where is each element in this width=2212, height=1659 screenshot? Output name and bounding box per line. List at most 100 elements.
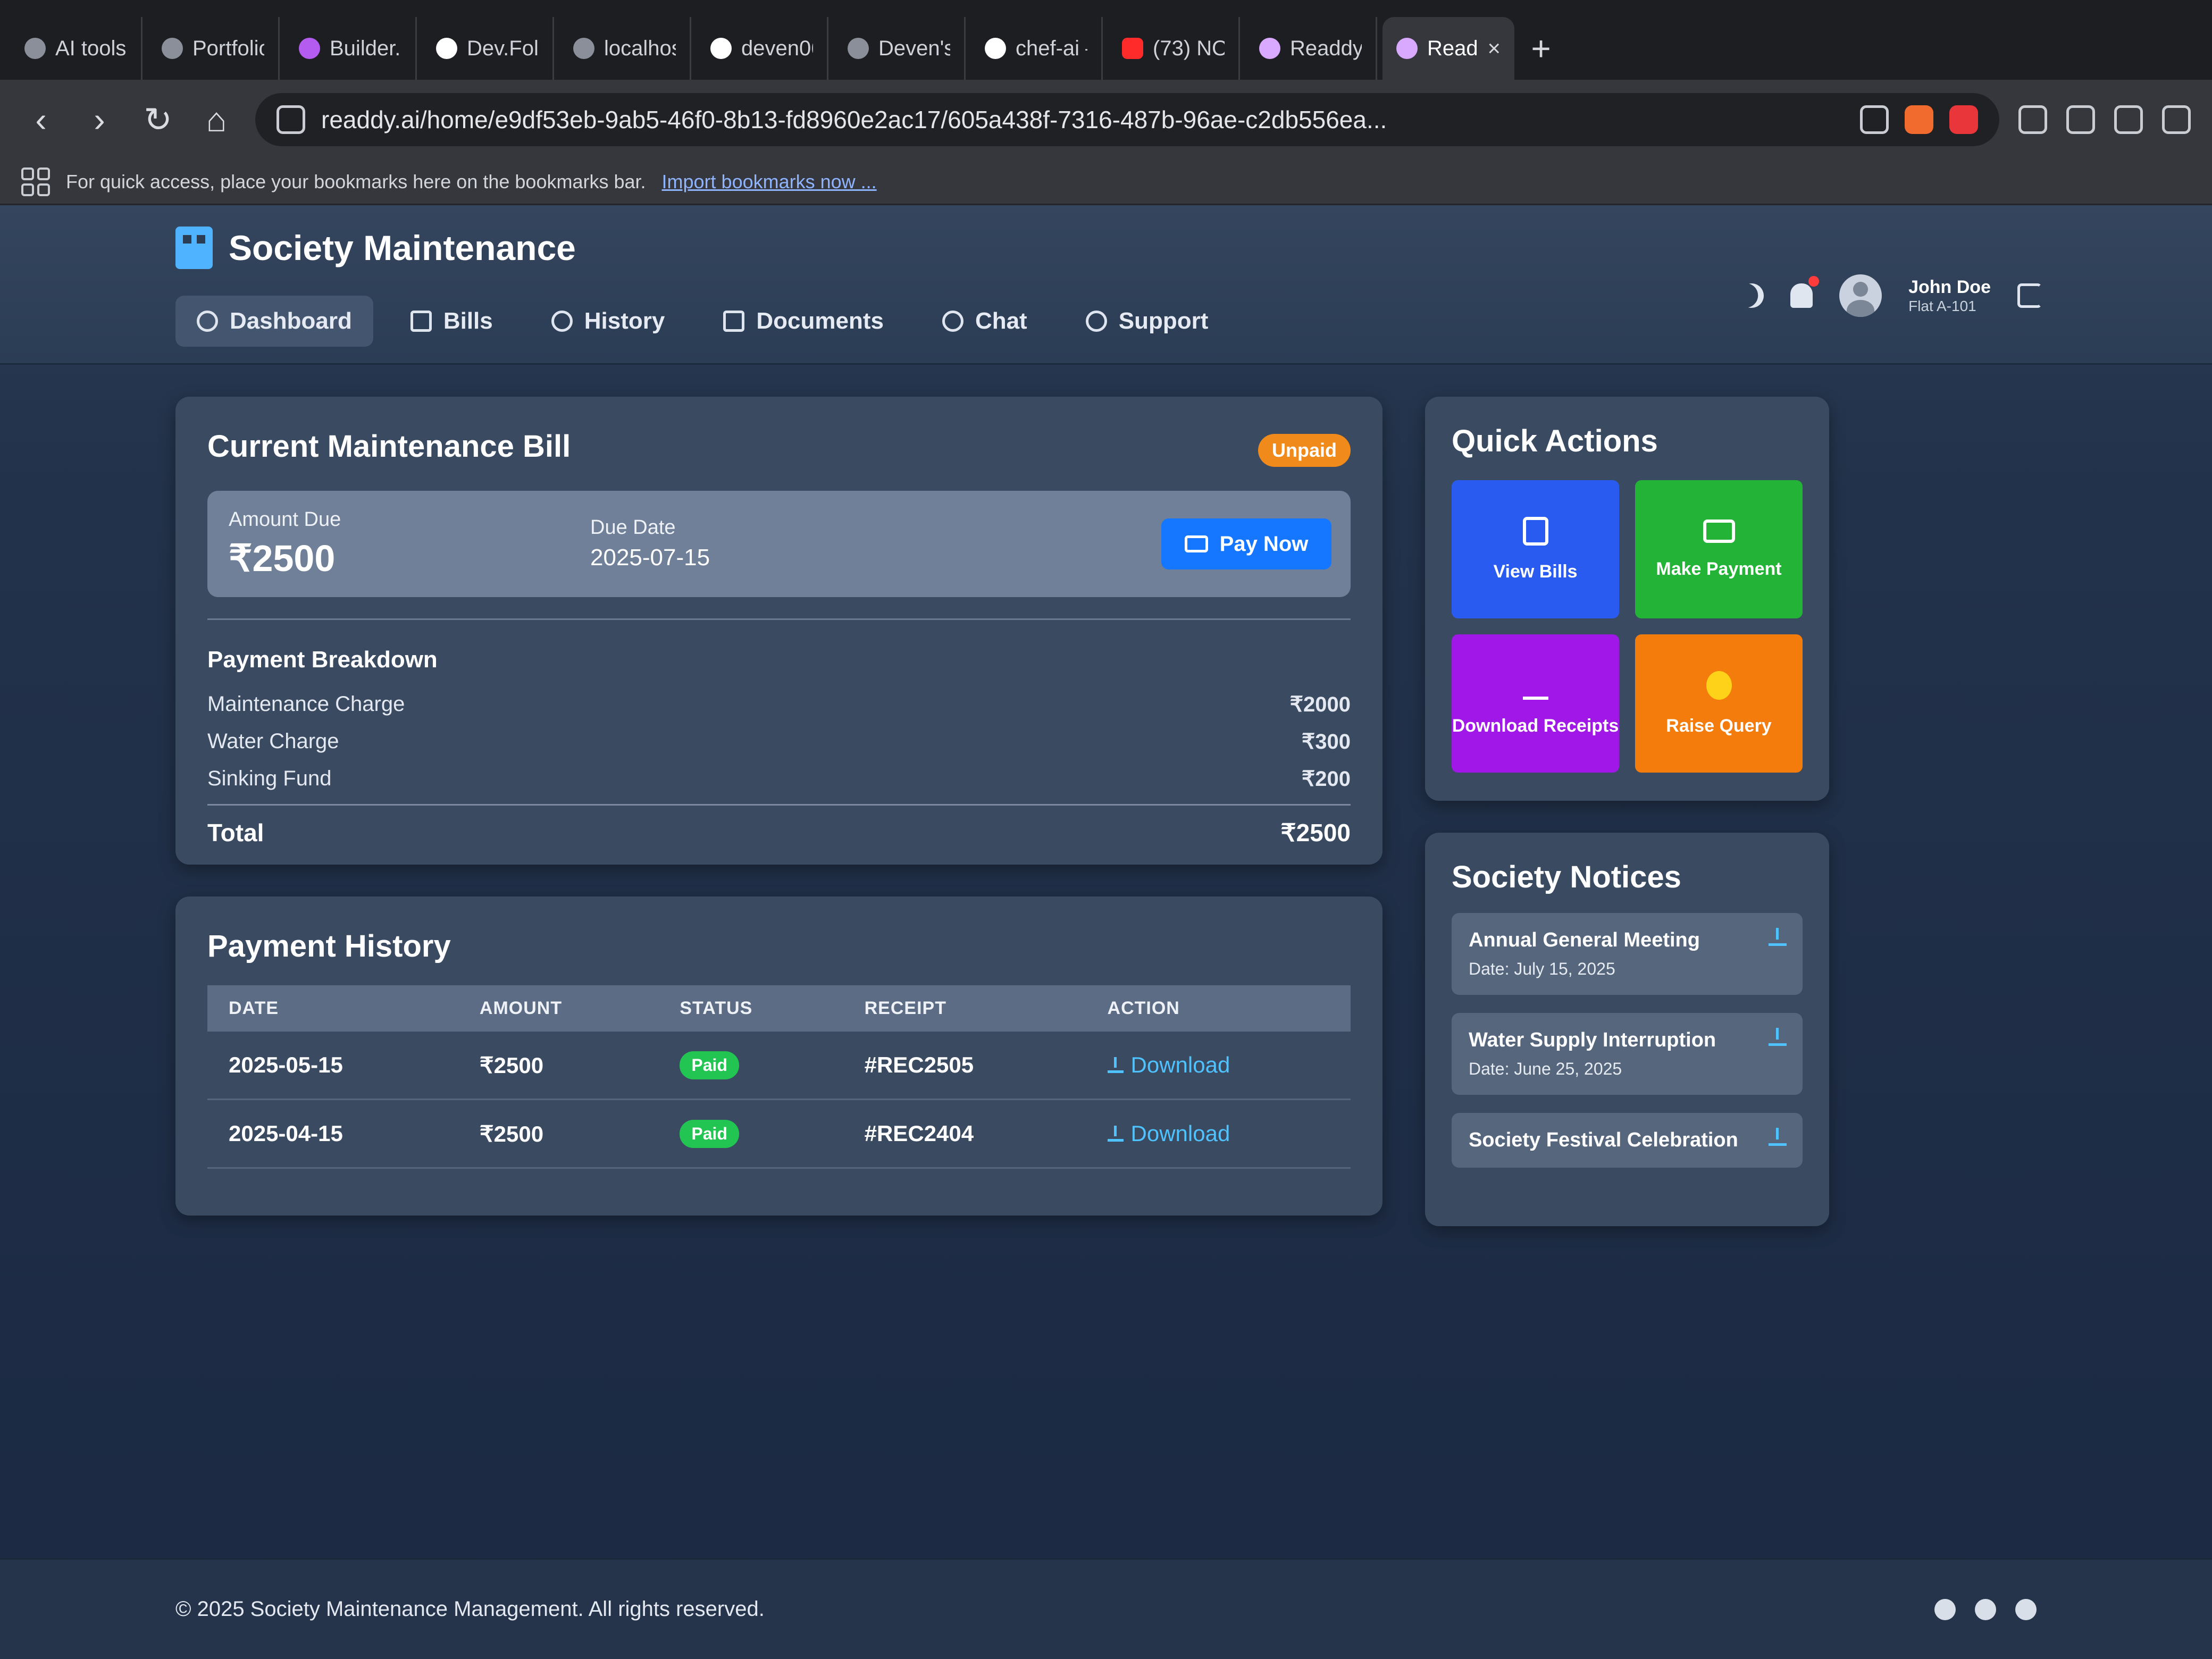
forward-icon[interactable]: › bbox=[80, 100, 119, 139]
tab-strip: AI tools for pc Portfolio-Web Builder.io… bbox=[0, 0, 2212, 80]
extensions-icon[interactable] bbox=[2066, 105, 2095, 134]
notice-item[interactable]: Water Supply Interruption Date: June 25,… bbox=[1452, 1013, 1803, 1095]
nav-chat[interactable]: Chat bbox=[921, 296, 1049, 347]
nav-bills[interactable]: Bills bbox=[389, 296, 514, 347]
github-icon bbox=[710, 38, 732, 59]
tab-favicon-icon bbox=[573, 38, 594, 59]
download-receipts-button[interactable]: Download Receipts bbox=[1452, 634, 1619, 773]
download-icon[interactable] bbox=[1769, 1128, 1787, 1146]
column-header: ACTION bbox=[1086, 985, 1351, 1032]
download-icon[interactable] bbox=[2114, 105, 2143, 134]
browser-tab[interactable]: (73) NON bbox=[1108, 17, 1240, 80]
browser-tab-active[interactable]: Readdy× bbox=[1382, 17, 1514, 80]
support-icon bbox=[1085, 311, 1107, 332]
society-notices-card: Society Notices Annual General Meeting D… bbox=[1425, 833, 1829, 1226]
menu-icon[interactable] bbox=[2162, 105, 2191, 134]
amount-due: Amount Due ₹2500 bbox=[229, 508, 341, 579]
notice-item[interactable]: Annual General Meeting Date: July 15, 20… bbox=[1452, 913, 1803, 995]
app-root: Society Maintenance Dashboard Bills Hist… bbox=[0, 205, 2212, 1659]
tab-favicon-icon bbox=[1259, 38, 1280, 59]
logout-icon[interactable] bbox=[2017, 283, 2042, 308]
help-icon[interactable] bbox=[1934, 1598, 1956, 1620]
avatar[interactable] bbox=[1839, 274, 1882, 317]
close-icon[interactable]: × bbox=[1487, 36, 1501, 61]
history-title: Payment History bbox=[207, 929, 451, 963]
browser-tab[interactable]: localhost:300 bbox=[559, 17, 691, 80]
download-icon bbox=[1107, 1125, 1124, 1142]
back-icon[interactable]: ‹ bbox=[21, 100, 61, 139]
browser-tab[interactable]: deven065/ch bbox=[697, 17, 828, 80]
browser-tab[interactable]: chef-ai – Dep bbox=[971, 17, 1103, 80]
notification-bell-icon[interactable] bbox=[1790, 276, 1820, 308]
shield-icon[interactable] bbox=[2015, 1598, 2037, 1620]
browser-toolbar: ‹ › ↻ ⌂ readdy.ai/home/e9df53eb-9ab5-46f… bbox=[0, 80, 2212, 160]
browser-window: AI tools for pc Portfolio-Web Builder.io… bbox=[0, 0, 2212, 1659]
quick-actions-title: Quick Actions bbox=[1452, 424, 1658, 458]
download-icon bbox=[1107, 1057, 1124, 1073]
document-icon bbox=[723, 311, 745, 332]
wallet-icon[interactable] bbox=[2018, 105, 2047, 134]
browser-tab[interactable]: Readdy: Buil bbox=[1245, 17, 1377, 80]
breakdown-row: Water Charge ₹300 bbox=[207, 730, 1351, 753]
mail-icon[interactable] bbox=[1975, 1598, 1996, 1620]
browser-tab[interactable]: Dev.Folio bbox=[422, 17, 554, 80]
download-icon[interactable] bbox=[1769, 928, 1787, 946]
credit-card-icon bbox=[1184, 535, 1208, 552]
nav-dashboard[interactable]: Dashboard bbox=[175, 296, 373, 347]
breakdown-title: Payment Breakdown bbox=[207, 647, 438, 673]
table-header-row: DATE AMOUNT STATUS RECEIPT ACTION bbox=[207, 985, 1351, 1032]
notice-item[interactable]: Society Festival Celebration bbox=[1452, 1113, 1803, 1168]
status-badge: Unpaid bbox=[1258, 434, 1351, 467]
browser-tab[interactable]: Deven's_Res bbox=[834, 17, 966, 80]
nav-history[interactable]: History bbox=[530, 296, 686, 347]
divider bbox=[207, 618, 1351, 620]
download-icon[interactable] bbox=[1769, 1028, 1787, 1046]
brave-shield-icon[interactable] bbox=[1905, 105, 1933, 134]
download-link[interactable]: Download bbox=[1107, 1052, 1230, 1078]
browser-tab[interactable]: Portfolio-Web bbox=[148, 17, 280, 80]
tab-favicon-icon bbox=[299, 38, 320, 59]
table-row: 2025-04-15 ₹2500 Paid #REC2404 Download bbox=[207, 1099, 1351, 1169]
user-flat: Flat A-101 bbox=[1908, 297, 1976, 314]
make-payment-button[interactable]: Make Payment bbox=[1635, 480, 1803, 618]
address-bar[interactable]: readdy.ai/home/e9df53eb-9ab5-46f0-8b13-f… bbox=[255, 93, 1999, 146]
brave-rewards-icon[interactable] bbox=[1949, 105, 1978, 134]
nav-support[interactable]: Support bbox=[1065, 296, 1230, 347]
new-tab-button[interactable]: + bbox=[1520, 17, 1562, 80]
import-bookmarks-link[interactable]: Import bookmarks now ... bbox=[662, 171, 877, 193]
tab-favicon-icon bbox=[848, 38, 869, 59]
raise-query-button[interactable]: Raise Query bbox=[1635, 634, 1803, 773]
home-icon[interactable]: ⌂ bbox=[197, 100, 236, 139]
due-date-value: 2025-07-15 bbox=[590, 544, 710, 571]
due-date: Due Date 2025-07-15 bbox=[590, 516, 710, 571]
site-settings-icon[interactable] bbox=[276, 105, 305, 134]
url-text[interactable]: readdy.ai/home/e9df53eb-9ab5-46f0-8b13-f… bbox=[321, 105, 1844, 134]
tab-favicon-icon bbox=[985, 38, 1006, 59]
tab-favicon-icon bbox=[162, 38, 183, 59]
download-link[interactable]: Download bbox=[1107, 1121, 1230, 1146]
notification-dot bbox=[1808, 276, 1820, 287]
user-area: John Doe Flat A-101 bbox=[1739, 274, 2042, 317]
footer: © 2025 Society Maintenance Management. A… bbox=[0, 1558, 2212, 1659]
main-nav: Dashboard Bills History Documents Chat S… bbox=[175, 296, 1229, 347]
dark-mode-toggle-icon[interactable] bbox=[1736, 280, 1767, 312]
share-icon[interactable] bbox=[1860, 105, 1889, 134]
browser-tab[interactable]: Builder.io Fus bbox=[285, 17, 417, 80]
tab-favicon-icon bbox=[24, 38, 46, 59]
dashboard-icon bbox=[197, 311, 218, 332]
apps-icon[interactable] bbox=[21, 167, 50, 196]
breakdown-row: Sinking Fund ₹200 bbox=[207, 767, 1351, 791]
history-table: DATE AMOUNT STATUS RECEIPT ACTION 2025-0… bbox=[207, 985, 1351, 1169]
bookmark-bar: For quick access, place your bookmarks h… bbox=[0, 160, 2212, 205]
nav-documents[interactable]: Documents bbox=[702, 296, 905, 347]
reload-icon[interactable]: ↻ bbox=[138, 100, 178, 139]
youtube-icon bbox=[1122, 38, 1143, 59]
column-header: STATUS bbox=[658, 985, 843, 1032]
browser-tab[interactable]: AI tools for pc bbox=[11, 17, 143, 80]
credit-card-icon bbox=[1703, 519, 1735, 543]
column-header: AMOUNT bbox=[458, 985, 659, 1032]
brand[interactable]: Society Maintenance bbox=[175, 227, 576, 269]
pay-now-button[interactable]: Pay Now bbox=[1161, 518, 1331, 569]
view-bills-button[interactable]: View Bills bbox=[1452, 480, 1619, 618]
table-row: 2025-05-15 ₹2500 Paid #REC2505 Download bbox=[207, 1032, 1351, 1100]
